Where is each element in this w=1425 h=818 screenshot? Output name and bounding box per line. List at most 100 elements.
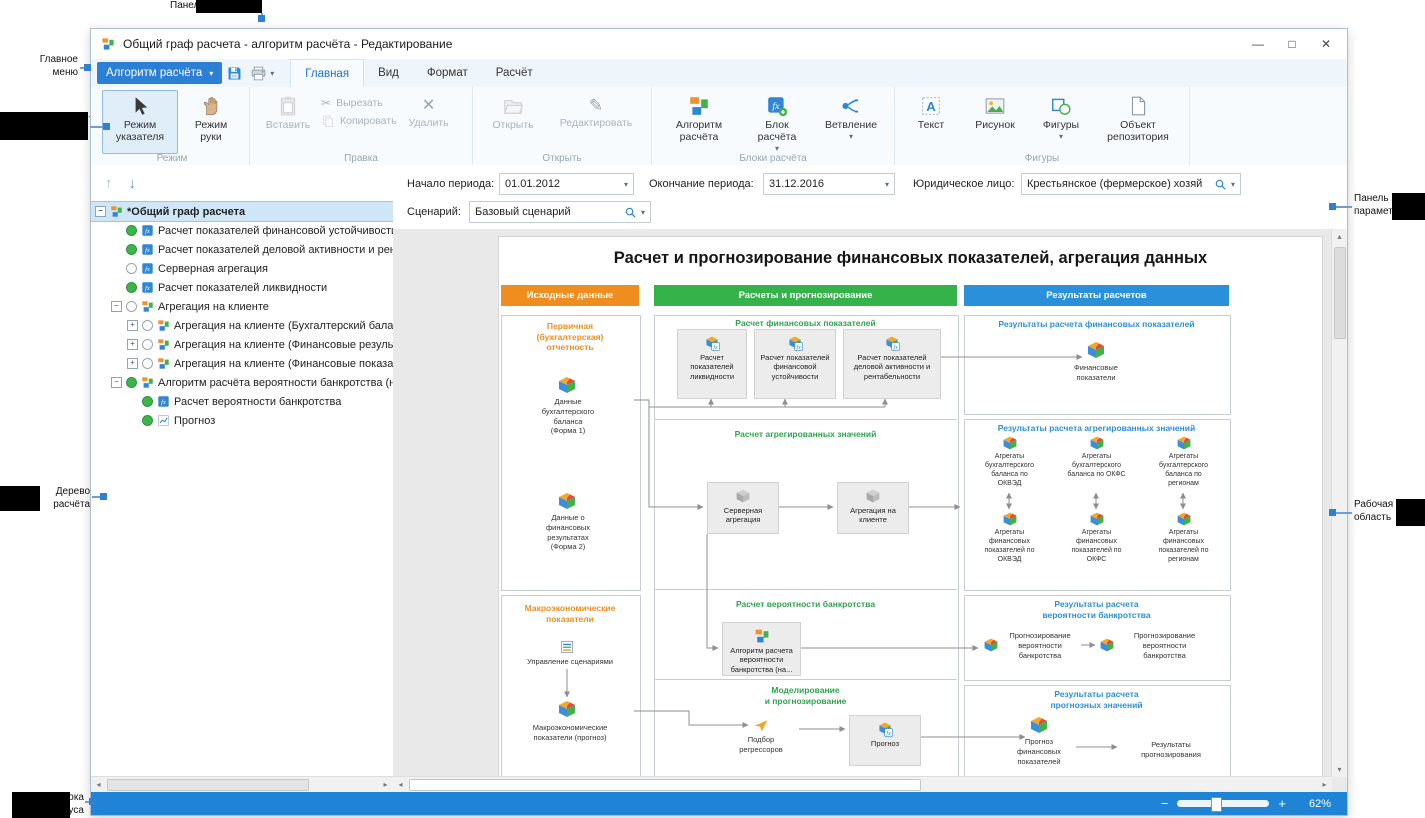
app-menu-button[interactable]: Алгоритм расчёта ▾ xyxy=(97,62,222,84)
tree-item[interactable]: + Агрегация на клиенте (Финансовые резул… xyxy=(91,335,393,354)
branching-button[interactable]: Ветвление ▾ xyxy=(815,90,887,154)
aggregate-node[interactable]: Агрегаты финансовых показателей по регио… xyxy=(1140,511,1227,587)
flow-node-regressors[interactable]: Подбор регрессоров xyxy=(726,735,796,755)
chevron-down-icon[interactable]: ▾ xyxy=(624,180,628,189)
tree-item[interactable]: − Алгоритм расчёта вероятности банкротст… xyxy=(91,373,393,392)
scroll-thumb[interactable] xyxy=(409,779,921,791)
ribbon-tab[interactable]: Расчёт xyxy=(482,59,547,87)
calc-block-node[interactable]: Расчет показателей финансовой устойчивос… xyxy=(754,329,836,399)
fx-cube-icon xyxy=(787,335,803,351)
search-icon[interactable] xyxy=(624,206,637,219)
scenario-combo[interactable]: Базовый сценарий ▾ xyxy=(469,201,651,223)
group-label-mode: Режим xyxy=(95,153,249,164)
text-button[interactable]: Текст xyxy=(902,90,960,154)
move-down-button[interactable]: ↓ xyxy=(129,175,137,192)
tree-item-label: Агрегация на клиенте (Финансовые результ… xyxy=(174,339,393,351)
zoom-slider-handle[interactable] xyxy=(1211,797,1222,812)
calc-block-node[interactable]: Расчет показателей ликвидности xyxy=(677,329,747,399)
tree-item[interactable]: Расчет показателей деловой активности и … xyxy=(91,240,393,259)
flow-node-form1[interactable]: Данные бухгалтерского баланса (Форма 1) xyxy=(518,397,618,436)
scroll-thumb[interactable] xyxy=(107,779,309,791)
cut-button[interactable]: ✂ Вырезать xyxy=(321,96,397,110)
status-dot xyxy=(126,244,137,255)
diagram-canvas[interactable]: Расчет и прогнозирование финансовых пока… xyxy=(498,236,1323,778)
hand-mode-button[interactable]: Режим руки xyxy=(180,90,242,154)
bankrupt-algorithm-node[interactable]: Алгоритм расчета вероятности банкротства… xyxy=(722,622,801,676)
data-cube-icon xyxy=(557,375,577,395)
delete-button[interactable]: ✕ Удалить xyxy=(399,90,459,154)
tree-item[interactable]: Прогноз xyxy=(91,411,393,430)
chevron-down-icon[interactable]: ▾ xyxy=(641,208,645,217)
legal-entity-combo[interactable]: Крестьянское (фермерское) хозяй ▾ xyxy=(1021,173,1241,195)
move-up-button[interactable]: ↑ xyxy=(105,175,113,192)
picture-button[interactable]: Рисунок xyxy=(962,90,1028,154)
tree-expander[interactable]: + xyxy=(127,358,138,369)
chevron-down-icon[interactable]: ▾ xyxy=(885,180,889,189)
aggregate-node[interactable]: Агрегаты бухгалтерского баланса по ОКФС xyxy=(1053,435,1140,511)
zoom-out-button[interactable]: − xyxy=(1161,796,1169,811)
period-end-combo[interactable]: 31.12.2016 ▾ xyxy=(763,173,895,195)
tree-expander[interactable]: + xyxy=(127,339,138,350)
flow-node-bankrupt-forecast-1[interactable]: Прогнозирование вероятности банкротства xyxy=(1001,631,1079,660)
tree-hscrollbar[interactable]: ◂ ▸ xyxy=(91,776,393,792)
copy-button[interactable]: Копировать xyxy=(321,114,397,128)
tree-item[interactable]: Серверная агрегация xyxy=(91,259,393,278)
flow-node-forecast-fin[interactable]: Прогноз финансовых показателей xyxy=(1004,737,1074,766)
client-agg-node[interactable]: Агрегация на клиенте xyxy=(837,482,909,534)
maximize-button[interactable]: □ xyxy=(1275,29,1309,59)
calc-block-button[interactable]: Блок расчёта ▾ xyxy=(741,90,813,154)
aggregate-node[interactable]: Агрегаты бухгалтерского баланса по регио… xyxy=(1140,435,1227,511)
save-button[interactable] xyxy=(222,62,246,84)
flow-node-forecast-results[interactable]: Результаты прогнозирования xyxy=(1121,740,1221,760)
aggregate-node[interactable]: Агрегаты бухгалтерского баланса по ОКВЭД xyxy=(966,435,1053,511)
ribbon-tab[interactable]: Формат xyxy=(413,59,482,87)
ribbon-tab[interactable]: Главная xyxy=(290,59,364,87)
chevron-down-icon[interactable]: ▾ xyxy=(1231,180,1235,189)
flow-node-scenarios[interactable]: Управление сценариями xyxy=(513,657,627,667)
shapes-button[interactable]: Фигуры ▾ xyxy=(1030,90,1092,154)
workspace-vscrollbar[interactable]: ▴ ▾ xyxy=(1331,229,1347,777)
aggregate-node[interactable]: Агрегаты финансовых показателей по ОКВЭД xyxy=(966,511,1053,587)
close-button[interactable]: ✕ xyxy=(1309,29,1343,59)
paste-button[interactable]: Вставить xyxy=(257,90,319,154)
tree-item[interactable]: Расчет показателей финансовой устойчивос… xyxy=(91,221,393,240)
tree-item-icon xyxy=(141,243,154,256)
server-agg-node[interactable]: Серверная агрегация xyxy=(707,482,779,534)
zoom-in-button[interactable]: + xyxy=(1278,796,1286,811)
tree-item[interactable]: Расчет вероятности банкротства xyxy=(91,392,393,411)
pointer-mode-button[interactable]: Режим указателя xyxy=(102,90,178,154)
scroll-thumb[interactable] xyxy=(1334,247,1346,339)
repo-object-button[interactable]: Объект репозитория xyxy=(1094,90,1182,154)
zoom-slider[interactable] xyxy=(1177,800,1269,807)
open-button[interactable]: Открыть xyxy=(480,90,546,154)
tree-item[interactable]: + Агрегация на клиенте (Бухгалтерский ба… xyxy=(91,316,393,335)
tree-expander[interactable]: − xyxy=(111,377,122,388)
tree-item[interactable]: + Агрегация на клиенте (Финансовые показ… xyxy=(91,354,393,373)
search-icon[interactable] xyxy=(1214,178,1227,191)
workspace-hscrollbar[interactable]: ◂ ▸ xyxy=(393,776,1332,792)
edit-block-button[interactable]: ✎ Редактировать xyxy=(548,90,644,154)
period-start-combo[interactable]: 01.01.2012 ▾ xyxy=(499,173,634,195)
scroll-right-arrow[interactable]: ▸ xyxy=(378,777,393,792)
print-button[interactable] xyxy=(246,62,270,84)
tree-item[interactable]: Расчет показателей ликвидности xyxy=(91,278,393,297)
scroll-left-arrow[interactable]: ◂ xyxy=(91,777,106,792)
forecast-node[interactable]: Прогноз xyxy=(849,715,921,766)
tree-expander[interactable]: − xyxy=(95,206,106,217)
algorithm-button[interactable]: Алгоритм расчёта xyxy=(659,90,739,154)
aggregate-node[interactable]: Агрегаты финансовых показателей по ОКФС xyxy=(1053,511,1140,587)
tree-item[interactable]: − Агрегация на клиенте xyxy=(91,297,393,316)
tree-expander[interactable]: + xyxy=(127,320,138,331)
flow-node-macro-forecast[interactable]: Макроэкономические показатели (прогноз) xyxy=(513,723,627,743)
ribbon-tab[interactable]: Вид xyxy=(364,59,413,87)
tree-item[interactable]: − *Общий граф расчета xyxy=(91,202,393,221)
status-dot xyxy=(142,320,153,331)
minimize-button[interactable]: — xyxy=(1241,29,1275,59)
data-cube-icon xyxy=(1176,435,1192,451)
flow-node-fin-indicators[interactable]: Финансовые показатели xyxy=(1051,363,1141,383)
flow-node-form2[interactable]: Данные о финансовых результатах (Форма 2… xyxy=(518,513,618,552)
calc-block-node[interactable]: Расчет показателей деловой активности и … xyxy=(843,329,941,399)
flow-node-bankrupt-forecast-2[interactable]: Прогнозирование вероятности банкротства xyxy=(1117,631,1212,660)
print-dropdown-caret[interactable]: ▾ xyxy=(270,69,274,78)
tree-expander[interactable]: − xyxy=(111,301,122,312)
